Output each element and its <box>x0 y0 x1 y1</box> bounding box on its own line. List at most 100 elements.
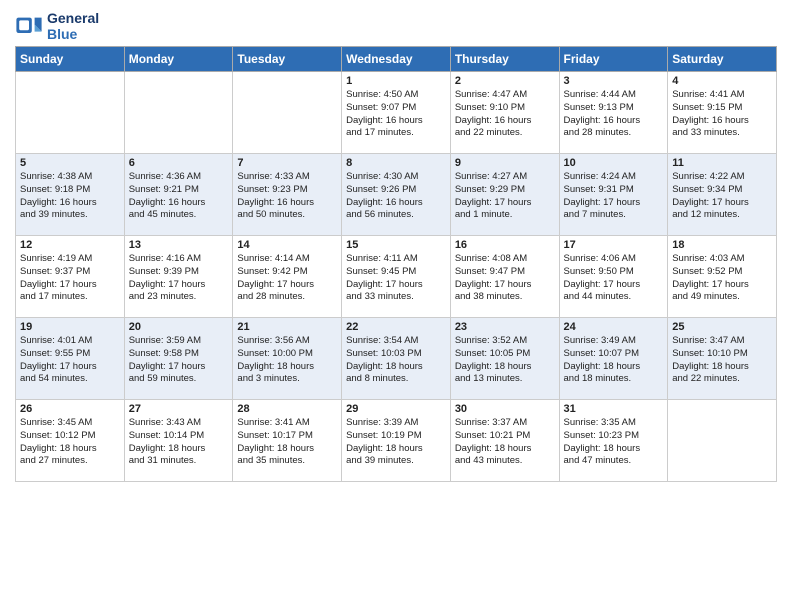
day-number: 4 <box>672 75 772 87</box>
day-cell: 31 Sunrise: 3:35 AM Sunset: 10:23 PM Dayl… <box>559 400 668 482</box>
day-info: Sunrise: 3:37 AM Sunset: 10:21 PM Daylig… <box>455 417 555 468</box>
day-number: 29 <box>346 403 446 415</box>
day-cell: 29 Sunrise: 3:39 AM Sunset: 10:19 PM Dayl… <box>342 400 451 482</box>
day-cell: 20 Sunrise: 3:59 AM Sunset: 9:58 PM Dayli… <box>124 318 233 400</box>
day-cell: 21Sunrise: 3:56 AM Sunset: 10:00 PM Dayl… <box>233 318 342 400</box>
week-row-4: 19Sunrise: 4:01 AM Sunset: 9:55 PM Dayli… <box>16 318 777 400</box>
col-header-friday: Friday <box>559 47 668 72</box>
day-number: 5 <box>20 157 120 169</box>
day-number: 21 <box>237 321 337 333</box>
day-cell: 14 Sunrise: 4:14 AM Sunset: 9:42 PM Dayli… <box>233 236 342 318</box>
logo-text: General Blue <box>47 10 99 42</box>
day-cell: 1Sunrise: 4:50 AM Sunset: 9:07 PM Daylig… <box>342 72 451 154</box>
day-number: 23 <box>455 321 555 333</box>
day-cell: 18 Sunrise: 4:03 AM Sunset: 9:52 PM Dayli… <box>668 236 777 318</box>
day-cell: 3 Sunrise: 4:44 AM Sunset: 9:13 PM Daylig… <box>559 72 668 154</box>
day-info: Sunrise: 4:03 AM Sunset: 9:52 PM Dayligh… <box>672 253 772 304</box>
day-info: Sunrise: 4:30 AM Sunset: 9:26 PM Dayligh… <box>346 171 446 222</box>
page-container: General Blue SundayMondayTuesdayWednesda… <box>0 0 792 487</box>
day-number: 12 <box>20 239 120 251</box>
day-number: 8 <box>346 157 446 169</box>
day-info: Sunrise: 3:49 AM Sunset: 10:07 PM Daylig… <box>564 335 664 386</box>
day-cell <box>124 72 233 154</box>
day-cell <box>16 72 125 154</box>
day-number: 1 <box>346 75 446 87</box>
day-number: 31 <box>564 403 664 415</box>
header-row: SundayMondayTuesdayWednesdayThursdayFrid… <box>16 47 777 72</box>
day-cell: 8 Sunrise: 4:30 AM Sunset: 9:26 PM Daylig… <box>342 154 451 236</box>
day-info: Sunrise: 4:27 AM Sunset: 9:29 PM Dayligh… <box>455 171 555 222</box>
day-cell: 19Sunrise: 4:01 AM Sunset: 9:55 PM Dayli… <box>16 318 125 400</box>
day-info: Sunrise: 4:22 AM Sunset: 9:34 PM Dayligh… <box>672 171 772 222</box>
day-info: Sunrise: 3:47 AM Sunset: 10:10 PM Daylig… <box>672 335 772 386</box>
day-number: 11 <box>672 157 772 169</box>
day-number: 30 <box>455 403 555 415</box>
day-info: Sunrise: 4:06 AM Sunset: 9:50 PM Dayligh… <box>564 253 664 304</box>
day-number: 13 <box>129 239 229 251</box>
col-header-tuesday: Tuesday <box>233 47 342 72</box>
day-info: Sunrise: 4:44 AM Sunset: 9:13 PM Dayligh… <box>564 89 664 140</box>
day-number: 20 <box>129 321 229 333</box>
day-cell: 9 Sunrise: 4:27 AM Sunset: 9:29 PM Daylig… <box>450 154 559 236</box>
day-number: 17 <box>564 239 664 251</box>
day-number: 6 <box>129 157 229 169</box>
day-number: 9 <box>455 157 555 169</box>
day-info: Sunrise: 4:36 AM Sunset: 9:21 PM Dayligh… <box>129 171 229 222</box>
day-number: 14 <box>237 239 337 251</box>
day-number: 27 <box>129 403 229 415</box>
day-cell: 6 Sunrise: 4:36 AM Sunset: 9:21 PM Daylig… <box>124 154 233 236</box>
day-cell: 15Sunrise: 4:11 AM Sunset: 9:45 PM Dayli… <box>342 236 451 318</box>
day-cell: 30 Sunrise: 3:37 AM Sunset: 10:21 PM Dayl… <box>450 400 559 482</box>
week-row-3: 12 Sunrise: 4:19 AM Sunset: 9:37 PM Dayli… <box>16 236 777 318</box>
day-info: Sunrise: 3:59 AM Sunset: 9:58 PM Dayligh… <box>129 335 229 386</box>
day-number: 3 <box>564 75 664 87</box>
day-info: Sunrise: 3:39 AM Sunset: 10:19 PM Daylig… <box>346 417 446 468</box>
day-cell: 23Sunrise: 3:52 AM Sunset: 10:05 PM Dayl… <box>450 318 559 400</box>
day-number: 16 <box>455 239 555 251</box>
day-number: 15 <box>346 239 446 251</box>
day-info: Sunrise: 3:45 AM Sunset: 10:12 PM Daylig… <box>20 417 120 468</box>
day-number: 18 <box>672 239 772 251</box>
day-info: Sunrise: 4:08 AM Sunset: 9:47 PM Dayligh… <box>455 253 555 304</box>
day-info: Sunrise: 3:54 AM Sunset: 10:03 PM Daylig… <box>346 335 446 386</box>
day-number: 26 <box>20 403 120 415</box>
day-cell: 27 Sunrise: 3:43 AM Sunset: 10:14 PM Dayl… <box>124 400 233 482</box>
week-row-1: 1Sunrise: 4:50 AM Sunset: 9:07 PM Daylig… <box>16 72 777 154</box>
day-cell: 26 Sunrise: 3:45 AM Sunset: 10:12 PM Dayl… <box>16 400 125 482</box>
day-cell: 10Sunrise: 4:24 AM Sunset: 9:31 PM Dayli… <box>559 154 668 236</box>
col-header-wednesday: Wednesday <box>342 47 451 72</box>
day-number: 19 <box>20 321 120 333</box>
day-cell <box>668 400 777 482</box>
day-info: Sunrise: 3:41 AM Sunset: 10:17 PM Daylig… <box>237 417 337 468</box>
day-info: Sunrise: 4:16 AM Sunset: 9:39 PM Dayligh… <box>129 253 229 304</box>
day-info: Sunrise: 4:38 AM Sunset: 9:18 PM Dayligh… <box>20 171 120 222</box>
logo: General Blue <box>15 10 99 42</box>
day-cell: 2Sunrise: 4:47 AM Sunset: 9:10 PM Daylig… <box>450 72 559 154</box>
day-info: Sunrise: 4:41 AM Sunset: 9:15 PM Dayligh… <box>672 89 772 140</box>
day-info: Sunrise: 4:24 AM Sunset: 9:31 PM Dayligh… <box>564 171 664 222</box>
day-cell: 28 Sunrise: 3:41 AM Sunset: 10:17 PM Dayl… <box>233 400 342 482</box>
day-info: Sunrise: 4:14 AM Sunset: 9:42 PM Dayligh… <box>237 253 337 304</box>
day-info: Sunrise: 4:19 AM Sunset: 9:37 PM Dayligh… <box>20 253 120 304</box>
week-row-2: 5 Sunrise: 4:38 AM Sunset: 9:18 PM Daylig… <box>16 154 777 236</box>
day-cell: 11 Sunrise: 4:22 AM Sunset: 9:34 PM Dayli… <box>668 154 777 236</box>
day-cell: 17 Sunrise: 4:06 AM Sunset: 9:50 PM Dayli… <box>559 236 668 318</box>
day-cell: 16 Sunrise: 4:08 AM Sunset: 9:47 PM Dayli… <box>450 236 559 318</box>
day-cell: 7Sunrise: 4:33 AM Sunset: 9:23 PM Daylig… <box>233 154 342 236</box>
day-info: Sunrise: 3:35 AM Sunset: 10:23 PM Daylig… <box>564 417 664 468</box>
week-row-5: 26 Sunrise: 3:45 AM Sunset: 10:12 PM Dayl… <box>16 400 777 482</box>
logo-icon <box>15 12 43 40</box>
col-header-thursday: Thursday <box>450 47 559 72</box>
day-info: Sunrise: 4:33 AM Sunset: 9:23 PM Dayligh… <box>237 171 337 222</box>
col-header-saturday: Saturday <box>668 47 777 72</box>
day-number: 28 <box>237 403 337 415</box>
day-cell: 24 Sunrise: 3:49 AM Sunset: 10:07 PM Dayl… <box>559 318 668 400</box>
day-number: 24 <box>564 321 664 333</box>
day-info: Sunrise: 4:47 AM Sunset: 9:10 PM Dayligh… <box>455 89 555 140</box>
day-cell <box>233 72 342 154</box>
calendar-table: SundayMondayTuesdayWednesdayThursdayFrid… <box>15 46 777 482</box>
day-cell: 22Sunrise: 3:54 AM Sunset: 10:03 PM Dayl… <box>342 318 451 400</box>
day-info: Sunrise: 3:43 AM Sunset: 10:14 PM Daylig… <box>129 417 229 468</box>
day-cell: 13 Sunrise: 4:16 AM Sunset: 9:39 PM Dayli… <box>124 236 233 318</box>
day-cell: 12 Sunrise: 4:19 AM Sunset: 9:37 PM Dayli… <box>16 236 125 318</box>
